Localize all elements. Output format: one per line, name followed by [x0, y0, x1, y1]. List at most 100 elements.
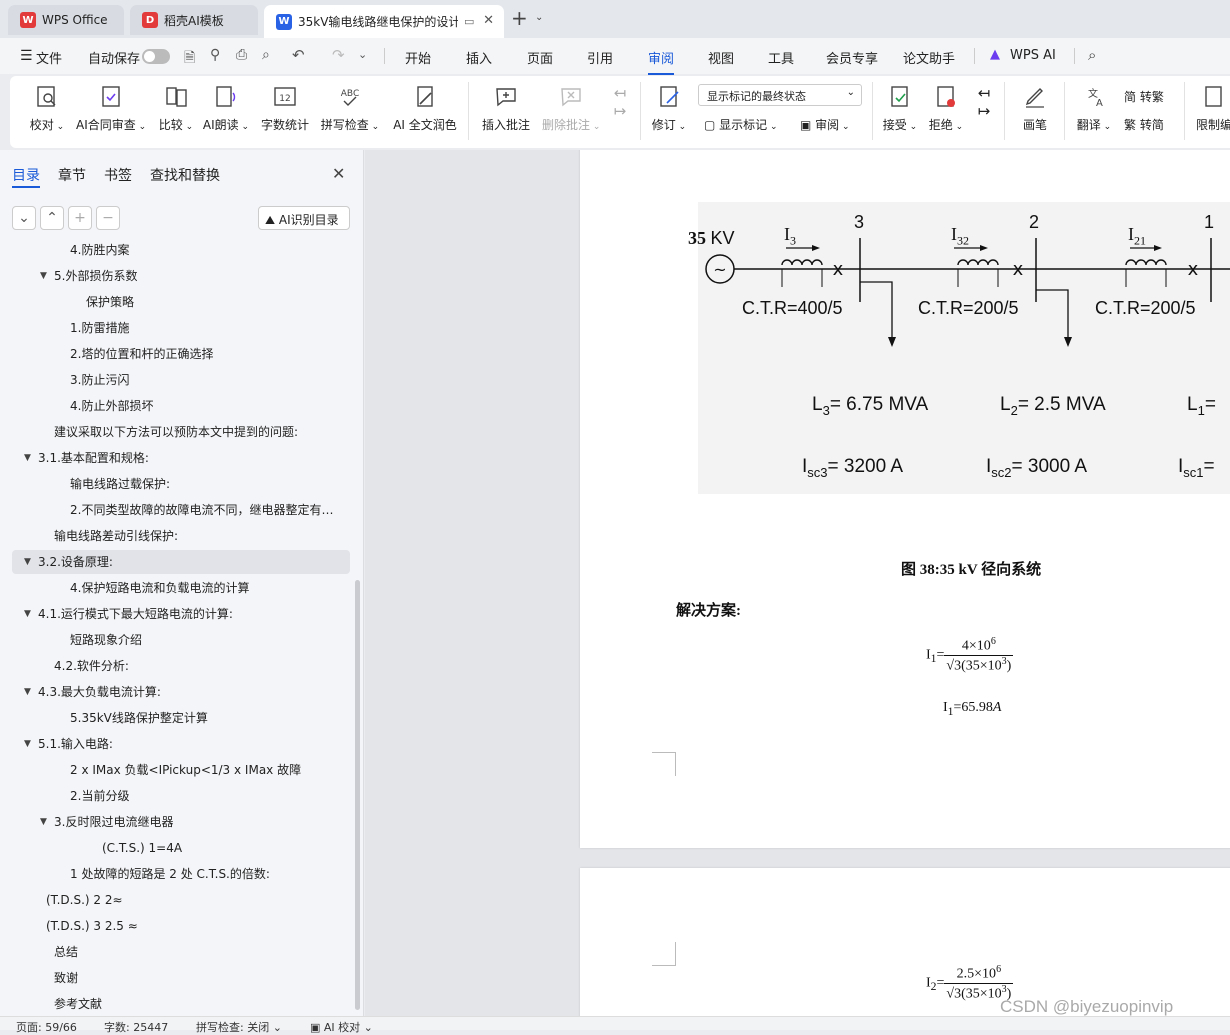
- tab-docer-templates[interactable]: D 稻壳AI模板: [130, 5, 258, 35]
- menu-member[interactable]: 会员专享: [826, 48, 878, 67]
- hamburger-icon[interactable]: ☰: [20, 48, 33, 64]
- ai-contract-review-button[interactable]: AI合同审查 ⌄: [76, 84, 146, 133]
- toc-item[interactable]: (T.D.S.) 3 2.5 ≈: [12, 914, 350, 938]
- revise-button[interactable]: 修订 ⌄: [650, 84, 688, 133]
- expand-arrow-icon[interactable]: ▼: [24, 732, 31, 756]
- close-tab-icon[interactable]: ✕: [483, 13, 494, 28]
- toc-item[interactable]: 3.防止污闪: [12, 368, 350, 392]
- close-pane-icon[interactable]: ✕: [332, 164, 345, 183]
- new-tab-icon[interactable]: +: [511, 6, 528, 30]
- menu-tools[interactable]: 工具: [768, 48, 794, 67]
- redo-icon[interactable]: ↷: [332, 46, 345, 64]
- expand-down-icon[interactable]: ⌄: [12, 206, 36, 230]
- expand-arrow-icon[interactable]: ▼: [24, 602, 31, 626]
- toc-item[interactable]: 保护策略: [12, 290, 350, 314]
- share-icon[interactable]: ⚲: [210, 47, 220, 63]
- ai-read-aloud-button[interactable]: AI朗读 ⌄: [202, 84, 250, 133]
- toc-item[interactable]: 输电线路差动引线保护:: [12, 524, 350, 548]
- delete-comment-button[interactable]: 删除批注 ⌄: [542, 84, 600, 133]
- prev-comment-button[interactable]: ↤ ↦: [608, 84, 632, 120]
- print-preview-icon[interactable]: ⌕: [262, 47, 270, 63]
- menu-insert[interactable]: 插入: [466, 48, 492, 67]
- toc-item[interactable]: 建议采取以下方法可以预防本文中提到的问题:: [12, 420, 350, 444]
- toc-item[interactable]: 4.防止外部损坏: [12, 394, 350, 418]
- toc-item[interactable]: (C.T.S.) 1=4A: [12, 836, 350, 860]
- undo-icon[interactable]: ↶: [292, 46, 305, 64]
- expand-arrow-icon[interactable]: ▼: [40, 264, 47, 288]
- ai-toc-button[interactable]: ⛰ AI识别目录: [258, 206, 350, 230]
- page-indicator[interactable]: 页面: 59/66: [16, 1019, 77, 1035]
- to-simplified-button[interactable]: 繁 转简: [1124, 116, 1164, 133]
- toc-item[interactable]: 1.防雷措施: [12, 316, 350, 340]
- file-menu[interactable]: 文件: [36, 48, 62, 67]
- reject-button[interactable]: 拒绝 ⌄: [928, 84, 964, 133]
- menu-wps-ai[interactable]: WPS AI: [1010, 48, 1056, 63]
- expand-arrow-icon[interactable]: ▼: [24, 680, 31, 704]
- autosave-toggle[interactable]: [142, 49, 170, 64]
- toc-item[interactable]: 致谢: [12, 966, 350, 990]
- toc-item[interactable]: 2.当前分级: [12, 784, 350, 808]
- add-level-icon[interactable]: +: [68, 206, 92, 230]
- toc-item[interactable]: 1 处故障的短路是 2 处 C.T.S.的倍数:: [12, 862, 350, 886]
- tab-find-replace[interactable]: 查找和替换: [150, 165, 220, 185]
- toc-item[interactable]: 5.35kV线路保护整定计算: [12, 706, 350, 730]
- word-count-indicator[interactable]: 字数: 25447: [104, 1019, 168, 1035]
- toc-item[interactable]: 2.不同类型故障的故障电流不同，继电器整定有一定的裕度: [12, 498, 350, 522]
- tab-toc[interactable]: 目录: [12, 165, 40, 185]
- show-markup-button[interactable]: ▢ 显示标记 ⌄: [704, 116, 778, 133]
- expand-arrow-icon[interactable]: ▼: [24, 550, 31, 574]
- toc-item[interactable]: 4.2.软件分析:: [12, 654, 350, 678]
- spell-check-status[interactable]: 拼写检查: 关闭 ⌄: [196, 1019, 282, 1035]
- toc-item[interactable]: ▼ 3.1.基本配置和规格:: [12, 446, 350, 470]
- print-icon[interactable]: ⎙: [236, 47, 247, 63]
- toc-item[interactable]: ▼ 4.3.最大负载电流计算:: [12, 680, 350, 704]
- toc-item[interactable]: (T.D.S.) 2 2≈: [12, 888, 350, 912]
- toc-item[interactable]: 输电线路过载保护:: [12, 472, 350, 496]
- word-count-button[interactable]: 12 字数统计: [260, 84, 310, 133]
- toc-item[interactable]: 4.保护短路电流和负载电流的计算: [12, 576, 350, 600]
- tab-document[interactable]: W 35kV输电线路继电保护的设计 ▭ ✕: [264, 5, 504, 38]
- review-pane-button[interactable]: ▣ 审阅 ⌄: [800, 116, 850, 133]
- expand-arrow-icon[interactable]: ▼: [40, 810, 47, 834]
- accept-button[interactable]: 接受 ⌄: [882, 84, 918, 133]
- expand-arrow-icon[interactable]: ▼: [24, 446, 31, 470]
- to-traditional-button[interactable]: 简 转繁: [1124, 88, 1164, 105]
- tab-chapters[interactable]: 章节: [58, 165, 86, 185]
- more-chevron-icon[interactable]: ⌄: [358, 48, 367, 61]
- menu-view[interactable]: 视图: [708, 48, 734, 67]
- toc-item[interactable]: 短路现象介绍: [12, 628, 350, 652]
- toc-item[interactable]: ▼ 3.2.设备原理:: [12, 550, 350, 574]
- toc-item[interactable]: 2 x IMax 负载<IPickup<1/3 x IMax 故障: [12, 758, 350, 782]
- markup-display-select[interactable]: 显示标记的最终状态 ⌄: [698, 84, 862, 106]
- toc-item[interactable]: ▼ 3.反时限过电流继电器: [12, 810, 350, 834]
- menu-page[interactable]: 页面: [527, 48, 553, 67]
- menu-thesis-assistant[interactable]: 论文助手: [903, 48, 955, 67]
- compare-button[interactable]: 比较 ⌄: [158, 84, 194, 133]
- remove-level-icon[interactable]: −: [96, 206, 120, 230]
- toc-item[interactable]: 4.防胜内案: [12, 238, 350, 262]
- proofread-button[interactable]: 校对 ⌄: [28, 84, 66, 133]
- tab-bookmarks[interactable]: 书签: [104, 165, 132, 185]
- ai-check-status[interactable]: ▣ AI 校对 ⌄: [310, 1019, 373, 1035]
- restrict-editing-button[interactable]: 限制编: [1194, 84, 1230, 133]
- prev-change-button[interactable]: ↤ ↦: [972, 84, 996, 120]
- save-icon[interactable]: 🗎: [184, 47, 195, 71]
- menu-reference[interactable]: 引用: [587, 48, 613, 67]
- tab-list-chevron-icon[interactable]: ⌄: [535, 12, 543, 23]
- insert-comment-button[interactable]: 插入批注: [480, 84, 532, 133]
- menu-review[interactable]: 审阅: [648, 48, 675, 75]
- toc-scrollbar[interactable]: [355, 580, 360, 1010]
- toc-item[interactable]: 2.塔的位置和杆的正确选择: [12, 342, 350, 366]
- tab-wps-office[interactable]: W WPS Office: [8, 5, 124, 35]
- toc-item[interactable]: ▼ 4.1.运行模式下最大短路电流的计算:: [12, 602, 350, 626]
- toc-item[interactable]: ▼ 5.外部损伤系数: [12, 264, 350, 288]
- menu-start[interactable]: 开始: [405, 48, 431, 67]
- spell-check-button[interactable]: ABC 拼写检查 ⌄: [320, 84, 380, 133]
- toc-item[interactable]: 参考文献: [12, 992, 350, 1016]
- toc-item[interactable]: ▼ 5.1.输入电路:: [12, 732, 350, 756]
- pen-button[interactable]: 画笔: [1018, 84, 1052, 133]
- translate-button[interactable]: 文A 翻译 ⌄: [1076, 84, 1112, 133]
- ai-polish-button[interactable]: AI 全文润色: [392, 84, 458, 133]
- toc-item[interactable]: 总结: [12, 940, 350, 964]
- search-icon[interactable]: ⌕: [1088, 46, 1096, 64]
